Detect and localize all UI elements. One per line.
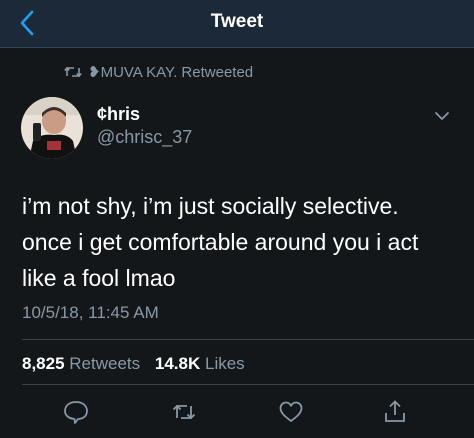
- retweets-count: 8,825: [22, 354, 65, 373]
- retweets-stat[interactable]: 8,825 Retweets: [22, 354, 150, 373]
- like-button[interactable]: [277, 398, 305, 426]
- divider: [22, 339, 474, 340]
- top-navbar: Tweet: [0, 0, 474, 48]
- retweeted-by-text[interactable]: ❥MUVA KAY. Retweeted: [88, 63, 253, 81]
- tweet-line: like a fool lmao: [22, 265, 176, 291]
- engagement-stats: 8,825 Retweets 14.8K Likes: [22, 354, 255, 374]
- retweet-context: ❥MUVA KAY. Retweeted: [64, 62, 253, 82]
- retweet-icon: [64, 66, 82, 78]
- like-icon: [279, 401, 303, 422]
- likes-stat[interactable]: 14.8K Likes: [155, 354, 255, 373]
- author-display-name[interactable]: ¢hris: [97, 104, 140, 125]
- author-handle[interactable]: @chrisc_37: [97, 127, 192, 148]
- likes-label: Likes: [205, 354, 245, 373]
- share-button[interactable]: [381, 398, 409, 426]
- share-icon: [385, 400, 405, 422]
- reply-button[interactable]: [62, 398, 90, 426]
- likes-count: 14.8K: [154, 354, 201, 373]
- tweet-line: i’m not shy, i’m just socially selective…: [22, 193, 399, 219]
- avatar[interactable]: [21, 97, 83, 159]
- reply-icon: [64, 401, 88, 424]
- chevron-down-icon: [435, 112, 449, 120]
- more-options-button[interactable]: [434, 110, 450, 122]
- profile-photo: [21, 97, 83, 159]
- divider: [22, 384, 474, 385]
- retweet-icon: [172, 404, 196, 420]
- tweet-line: once i get comfortable around you i act: [22, 229, 419, 255]
- page-title: Tweet: [210, 11, 264, 32]
- tweet-timestamp: 10/5/18, 11:45 AM: [22, 303, 159, 322]
- retweets-label: Retweets: [69, 354, 141, 373]
- tweet-text: i’m not shy, i’m just socially selective…: [22, 188, 462, 296]
- retweet-button[interactable]: [170, 398, 198, 426]
